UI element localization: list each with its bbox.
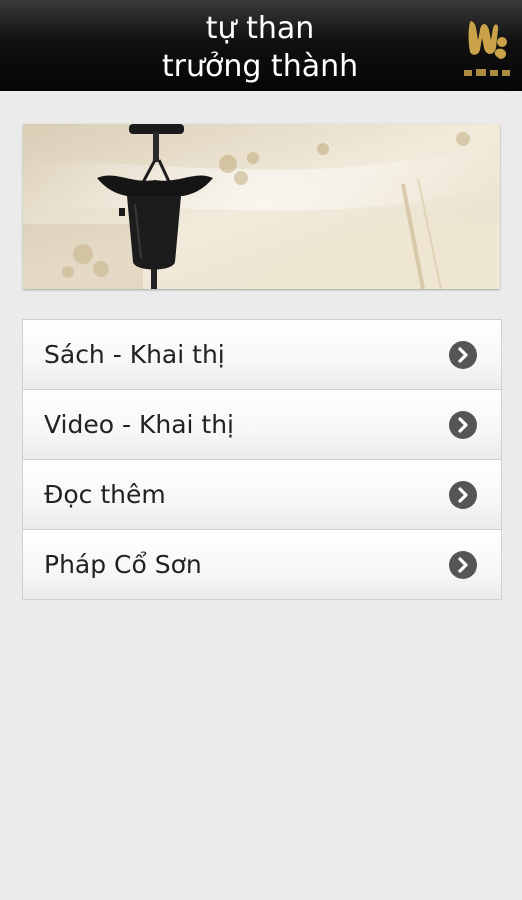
chevron-right-icon (449, 481, 477, 509)
menu-item-label: Video - Khai thị (44, 410, 235, 439)
menu-list: Sách - Khai thị Video - Khai thị Đọc thê… (22, 319, 502, 600)
menu-item-video-khai-thi[interactable]: Video - Khai thị (23, 390, 501, 460)
menu-item-doc-them[interactable]: Đọc thêm (23, 460, 501, 530)
page-title-line2: trưởng thành (161, 49, 359, 84)
chevron-right-icon (449, 411, 477, 439)
page-title-line1: tự than (205, 11, 315, 46)
menu-item-label: Sách - Khai thị (44, 340, 225, 369)
banner-image (23, 124, 500, 289)
menu-item-label: Pháp Cổ Sơn (44, 550, 202, 579)
menu-item-label: Đọc thêm (44, 480, 166, 509)
menu-item-sach-khai-thi[interactable]: Sách - Khai thị (23, 320, 501, 390)
chevron-right-icon (449, 551, 477, 579)
app-header: tự than trưởng thành (0, 0, 522, 91)
dharma-drum-logo-icon[interactable] (462, 12, 512, 80)
temple-bell-ornament-photo (23, 124, 500, 289)
menu-item-phap-co-son[interactable]: Pháp Cổ Sơn (23, 530, 501, 599)
chevron-right-icon (449, 341, 477, 369)
page-title: tự than trưởng thành (110, 10, 410, 86)
